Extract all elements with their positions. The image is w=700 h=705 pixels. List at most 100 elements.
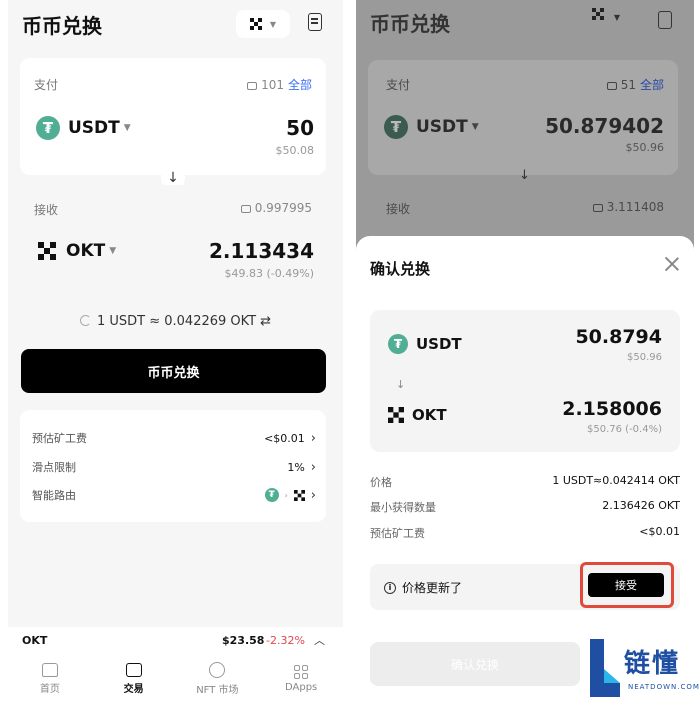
history-icon[interactable] <box>658 11 672 29</box>
receive-card: 接收 0.997995 OKT ▼ 2.113434 $49.83 (-0.49… <box>20 185 326 293</box>
receive-fiat-value: $49.83 (-0.49%) <box>224 267 314 280</box>
bottom-tab-bar: 首页 交易 NFT 市场 DApps <box>8 653 343 705</box>
screenshot-stage: 币币兑换 ▼ 支付 101 全部 ₮ USDT ▼ 50 $50.08 ↓ 接收… <box>0 0 700 705</box>
network-selector[interactable]: ▼ <box>236 10 290 38</box>
exchange-rate: 1 USDT ≈ 0.042269 OKT ⇄ <box>8 314 343 329</box>
watermark-text: 链懂 <box>624 649 681 679</box>
slippage-label: 滑点限制 <box>32 461 76 474</box>
tab-nft[interactable]: NFT 市场 <box>176 653 260 705</box>
pay-token-symbol: USDT <box>416 117 468 137</box>
gas-fee-row[interactable]: 预估矿工费 <$0.01 › <box>32 430 316 446</box>
receive-balance: 3.111408 <box>592 200 664 214</box>
slippage-row[interactable]: 滑点限制 1% › <box>32 459 316 475</box>
max-link[interactable]: 全部 <box>640 78 664 92</box>
to-token-symbol: OKT <box>412 406 447 424</box>
min-received-row: 最小获得数量 2.136426 OKT <box>370 499 680 515</box>
receive-balance: 0.997995 <box>240 201 312 215</box>
grid-icon <box>294 665 309 679</box>
logo-mark-icon <box>590 639 620 697</box>
chevron-down-icon: ▼ <box>269 19 277 29</box>
price-label: 价格 <box>370 476 392 489</box>
accept-button[interactable]: 接受 <box>588 573 664 597</box>
ticker-price: $23.58 <box>222 633 265 647</box>
tab-home-label: 首页 <box>39 684 60 695</box>
chevron-down-icon: ▼ <box>613 13 620 22</box>
price-ticker[interactable]: OKT $23.58 -2.32% ︿ <box>8 627 343 653</box>
swap-info-card: 预估矿工费 <$0.01 › 滑点限制 1% › 智能路由 ₮ › › <box>20 410 326 522</box>
pay-token-selector[interactable]: ₮ USDT ▼ <box>384 115 479 139</box>
ticker-symbol: OKT <box>22 633 48 647</box>
min-received-label: 最小获得数量 <box>370 501 436 514</box>
smart-route-row[interactable]: 智能路由 ₮ › › <box>32 487 316 503</box>
confirm-swap-button[interactable]: 确认兑换 <box>370 642 580 686</box>
sheet-title: 确认兑换 <box>370 260 431 278</box>
slippage-value: 1% <box>287 460 305 474</box>
from-amount: 50.8794 <box>575 326 662 348</box>
gas-fee-row: 预估矿工费 <$0.01 <box>370 525 680 541</box>
chevron-right-icon: › <box>310 487 316 503</box>
tether-icon: ₮ <box>388 334 408 354</box>
home-icon <box>41 663 58 677</box>
chevron-right-icon: › <box>310 430 316 446</box>
route-arrow-icon: › <box>284 490 288 500</box>
pay-label: 支付 <box>386 78 411 92</box>
trade-icon <box>125 663 142 677</box>
pay-fiat-value: $50.08 <box>275 144 315 157</box>
caret-down-icon: ▼ <box>123 123 131 133</box>
swap-screen: 币币兑换 ▼ 支付 101 全部 ₮ USDT ▼ 50 $50.08 ↓ 接收… <box>8 0 343 705</box>
okx-logo-icon <box>249 18 262 30</box>
receive-card: 接收 3.111408 <box>368 188 678 233</box>
tab-home[interactable]: 首页 <box>8 653 92 705</box>
countdown-icon <box>79 315 91 326</box>
close-icon[interactable] <box>664 256 680 272</box>
pay-balance: 101 全部 <box>247 76 312 93</box>
pay-card: 支付 101 全部 ₮ USDT ▼ 50 $50.08 <box>20 58 326 175</box>
pay-balance-value: 101 <box>261 78 284 92</box>
receive-token-selector[interactable]: OKT ▼ <box>36 240 116 262</box>
pay-token-selector[interactable]: ₮ USDT ▼ <box>36 116 131 140</box>
okt-token-icon <box>293 489 305 501</box>
tab-dapps-label: DApps <box>284 682 318 693</box>
price-updated-text: 价格更新了 <box>402 581 463 595</box>
pay-fiat-value: $50.96 <box>625 141 665 154</box>
gas-fee-value: <$0.01 <box>639 525 680 538</box>
to-fiat: $50.76 (-0.4%) <box>587 424 662 435</box>
swap-summary-card: ₮ USDT 50.8794 $50.96 ↓ OKT 2.158006 $50… <box>370 310 680 452</box>
wallet-icon <box>606 81 617 90</box>
from-fiat: $50.96 <box>627 352 662 363</box>
pay-balance: 51 全部 <box>606 76 664 93</box>
tab-nft-label: NFT 市场 <box>196 685 239 696</box>
pay-amount-input[interactable]: 50 <box>286 116 314 140</box>
network-selector[interactable]: ▼ <box>592 8 620 23</box>
info-icon: i <box>384 581 396 594</box>
gas-fee-label: 预估矿工费 <box>32 432 87 445</box>
pay-amount-input[interactable]: 50.879402 <box>545 114 664 138</box>
to-token: OKT <box>388 406 447 424</box>
tether-icon: ₮ <box>36 116 60 140</box>
arrow-down-icon: ↓ <box>519 168 530 183</box>
price-value: 1 USDT≈0.042414 OKT <box>552 474 680 487</box>
swap-button[interactable]: 币币兑换 <box>21 349 326 393</box>
tab-dapps[interactable]: DApps <box>259 653 343 705</box>
receive-amount: 2.113434 <box>208 239 314 263</box>
caret-down-icon: ▼ <box>109 246 117 256</box>
refresh-icon[interactable]: ⇄ <box>260 314 271 329</box>
tab-trade[interactable]: 交易 <box>92 653 176 705</box>
pay-label: 支付 <box>34 78 59 92</box>
gas-fee-label: 预估矿工费 <box>370 527 425 540</box>
page-title: 币币兑换 <box>370 12 450 36</box>
max-link[interactable]: 全部 <box>288 78 312 92</box>
min-received-value: 2.136426 OKT <box>602 499 680 512</box>
watermark-logo: 链懂 NEATDOWN.COM <box>584 635 700 705</box>
wallet-icon <box>247 81 258 90</box>
chevron-right-icon: › <box>310 459 316 475</box>
chevron-up-icon: ︿ <box>314 634 325 647</box>
receive-balance-value: 0.997995 <box>254 201 312 215</box>
pay-balance-value: 51 <box>620 78 636 92</box>
from-token-symbol: USDT <box>416 335 462 353</box>
arrow-down-icon: ↓ <box>167 170 179 186</box>
tether-icon: ₮ <box>264 488 279 502</box>
receive-token-symbol: OKT <box>66 241 106 261</box>
wallet-icon <box>592 203 603 212</box>
history-icon[interactable] <box>308 13 322 31</box>
